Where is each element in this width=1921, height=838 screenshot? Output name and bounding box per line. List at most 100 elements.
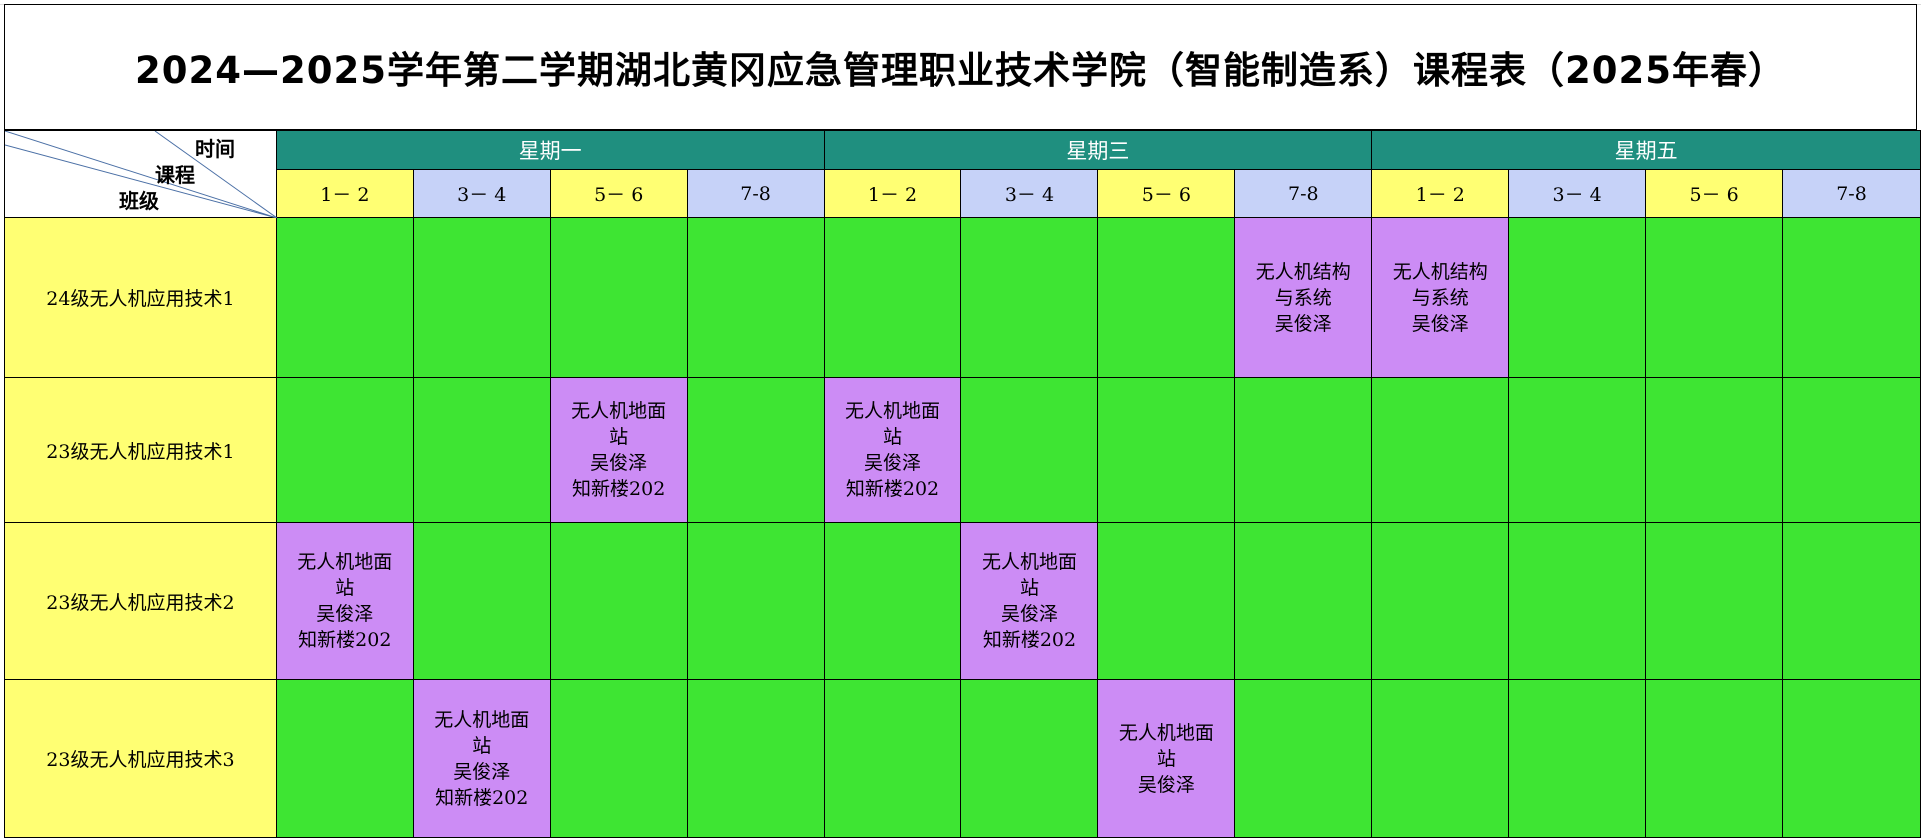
corner-class-label: 班级 — [119, 189, 159, 213]
empty-slot-cell[interactable] — [412, 217, 551, 378]
empty-slot-cell[interactable] — [412, 377, 551, 523]
period-header[interactable]: 5－ 6 — [1645, 169, 1784, 218]
empty-slot-cell[interactable] — [1645, 217, 1784, 378]
course-cell[interactable]: 无人机地面站吴俊泽 知新楼202 — [823, 377, 962, 523]
course-line: 无人机地面 — [1118, 721, 1214, 744]
period-header[interactable]: 3－ 4 — [1508, 169, 1647, 218]
course-line: 无人机结构 — [1255, 260, 1351, 283]
empty-slot-cell[interactable] — [275, 377, 414, 523]
empty-slot-cell[interactable] — [1097, 377, 1236, 523]
empty-slot-cell[interactable] — [1371, 522, 1510, 680]
corner-course-label: 课程 — [155, 163, 195, 187]
empty-slot-cell[interactable] — [823, 217, 962, 378]
day-header-friday[interactable]: 星期五 — [1371, 130, 1921, 170]
course-line: 吴俊泽 — [1411, 312, 1469, 335]
empty-slot-cell[interactable] — [1508, 522, 1647, 680]
course-text: 无人机地面站吴俊泽 知新楼202 — [277, 549, 413, 653]
empty-slot-cell[interactable] — [1508, 217, 1647, 378]
class-name-cell[interactable]: 23级无人机应用技术3 — [4, 679, 277, 838]
course-cell[interactable]: 无人机地面站吴俊泽 知新楼202 — [275, 522, 414, 680]
empty-slot-cell[interactable] — [1234, 522, 1373, 680]
period-header[interactable]: 3－ 4 — [412, 169, 551, 218]
period-header[interactable]: 5－ 6 — [1097, 169, 1236, 218]
period-header[interactable]: 1－ 2 — [823, 169, 962, 218]
empty-slot-cell[interactable] — [549, 679, 688, 838]
corner-time-label: 时间 — [195, 137, 235, 161]
period-header[interactable]: 3－ 4 — [960, 169, 1099, 218]
empty-slot-cell[interactable] — [960, 217, 1099, 378]
course-text: 无人机结构 与系统 吴俊泽 — [1372, 259, 1508, 337]
empty-slot-cell[interactable] — [1782, 217, 1921, 378]
corner-header-cell[interactable]: 时间 课程 班级 — [4, 130, 277, 218]
empty-slot-cell[interactable] — [1782, 377, 1921, 523]
empty-slot-cell[interactable] — [823, 522, 962, 680]
page-title: 2024—2025学年第二学期湖北黄冈应急管理职业技术学院（智能制造系）课程表（… — [135, 49, 1786, 92]
empty-slot-cell[interactable] — [1097, 217, 1236, 378]
empty-slot-cell[interactable] — [1234, 679, 1373, 838]
empty-slot-cell[interactable] — [960, 377, 1099, 523]
empty-slot-cell[interactable] — [1782, 522, 1921, 680]
class-name-cell[interactable]: 24级无人机应用技术1 — [4, 217, 277, 378]
course-line: 与系统 — [1274, 286, 1332, 309]
day-header-wednesday[interactable]: 星期三 — [823, 130, 1373, 170]
empty-slot-cell[interactable] — [1508, 377, 1647, 523]
table-row: 24级无人机应用技术1 无人机结构 与系统 吴俊泽 无人机结构 与系统 吴俊泽 — [4, 217, 1921, 378]
course-text: 无人机地面站吴俊泽 知新楼202 — [825, 398, 961, 502]
empty-slot-cell[interactable] — [1371, 679, 1510, 838]
empty-slot-cell[interactable] — [686, 522, 825, 680]
period-header[interactable]: 7-8 — [1782, 169, 1921, 218]
empty-slot-cell[interactable] — [412, 522, 551, 680]
empty-slot-cell[interactable] — [960, 679, 1099, 838]
empty-slot-cell[interactable] — [686, 679, 825, 838]
course-line: 吴俊泽 — [1274, 312, 1332, 335]
period-header[interactable]: 7-8 — [1234, 169, 1373, 218]
period-header[interactable]: 7-8 — [686, 169, 825, 218]
course-line: 知新楼202 — [572, 478, 666, 500]
course-line: 站 — [1156, 747, 1176, 770]
day-header-monday[interactable]: 星期一 — [275, 130, 825, 170]
empty-slot-cell[interactable] — [1234, 377, 1373, 523]
course-cell[interactable]: 无人机地面站吴俊泽知新楼202 — [549, 377, 688, 523]
course-line: 知新楼202 — [982, 629, 1077, 651]
course-cell[interactable]: 无人机结构 与系统 吴俊泽 — [1371, 217, 1510, 378]
table-row: 23级无人机应用技术2 无人机地面站吴俊泽 知新楼202 无人机地面站吴俊泽 知新楼20… — [4, 522, 1921, 680]
title-cell[interactable]: 2024—2025学年第二学期湖北黄冈应急管理职业技术学院（智能制造系）课程表（… — [4, 4, 1917, 130]
class-name-cell[interactable]: 23级无人机应用技术1 — [4, 377, 277, 523]
course-cell[interactable]: 无人机地面站吴俊泽 — [1097, 679, 1236, 838]
course-line: 吴俊泽 — [1000, 603, 1058, 625]
course-line: 吴俊泽 — [590, 452, 648, 474]
empty-slot-cell[interactable] — [549, 217, 688, 378]
course-line: 无人机地面 — [297, 551, 393, 573]
empty-slot-cell[interactable] — [1645, 522, 1784, 680]
course-line: 站 — [609, 426, 629, 448]
class-name-cell[interactable]: 23级无人机应用技术2 — [4, 522, 277, 680]
empty-slot-cell[interactable] — [1645, 679, 1784, 838]
course-line: 无人机地面 — [434, 708, 530, 731]
course-cell[interactable]: 无人机结构与系统吴俊泽 — [1234, 217, 1373, 378]
empty-slot-cell[interactable] — [1097, 522, 1236, 680]
empty-slot-cell[interactable] — [275, 679, 414, 838]
course-cell[interactable]: 无人机地面站吴俊泽 知新楼202 — [412, 679, 551, 838]
table-row: 23级无人机应用技术1 无人机地面站吴俊泽 知新楼202 无人机地面站吴俊泽 知新楼20… — [4, 377, 1921, 523]
course-line: 吴俊泽 — [864, 452, 922, 474]
period-header[interactable]: 1－ 2 — [1371, 169, 1510, 218]
course-text: 无人机地面站吴俊泽 — [1098, 720, 1234, 798]
empty-slot-cell[interactable] — [686, 377, 825, 523]
empty-slot-cell[interactable] — [1782, 679, 1921, 838]
course-line: 与系统 — [1411, 286, 1469, 309]
empty-slot-cell[interactable] — [823, 679, 962, 838]
empty-slot-cell[interactable] — [1645, 377, 1784, 523]
table-row: 23级无人机应用技术3 无人机地面站吴俊泽 知新楼202 无人机地面站吴俊泽 — [4, 679, 1921, 838]
empty-slot-cell[interactable] — [686, 217, 825, 378]
empty-slot-cell[interactable] — [275, 217, 414, 378]
empty-slot-cell[interactable] — [1371, 377, 1510, 523]
course-line: 无人机地面 — [845, 400, 941, 422]
empty-slot-cell[interactable] — [1508, 679, 1647, 838]
period-header[interactable]: 5－ 6 — [549, 169, 688, 218]
empty-slot-cell[interactable] — [549, 522, 688, 680]
period-header[interactable]: 1－ 2 — [275, 169, 414, 218]
course-line: 无人机地面 — [571, 400, 667, 422]
course-cell[interactable]: 无人机地面站吴俊泽 知新楼202 — [960, 522, 1099, 680]
course-text: 无人机地面站吴俊泽 知新楼202 — [961, 549, 1097, 653]
course-line: 吴俊泽 — [316, 603, 374, 625]
